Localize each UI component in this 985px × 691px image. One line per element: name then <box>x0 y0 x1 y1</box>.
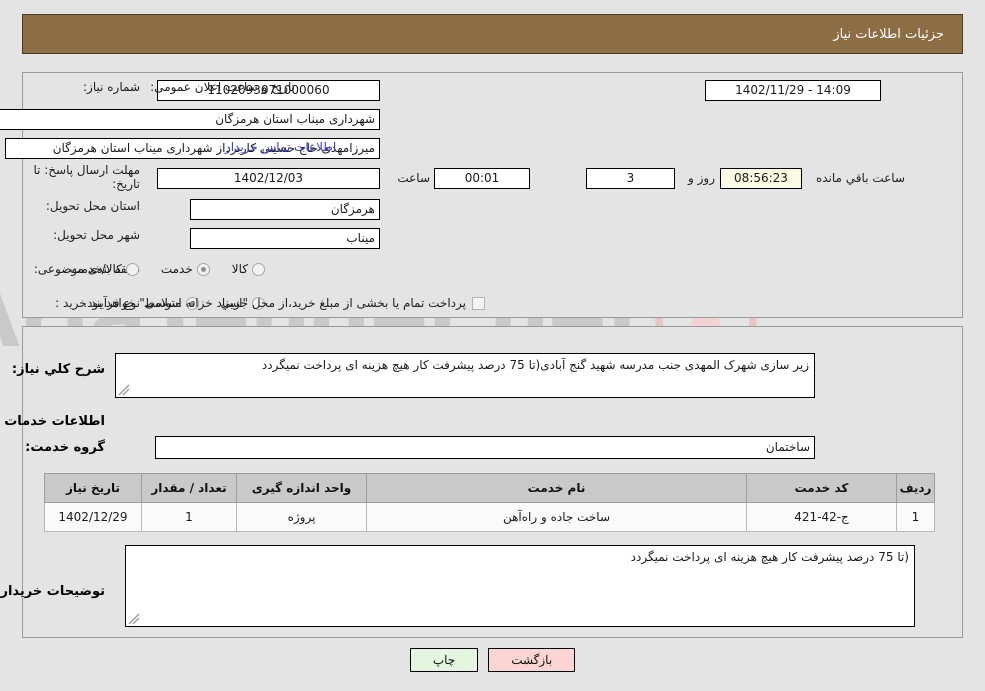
need-number-label-row: شماره نیاز: <box>83 80 140 94</box>
category-option-khedmat-label: خدمت <box>160 262 193 276</box>
deadline-date-value: 1402/12/03 <box>157 168 380 189</box>
delivery-province-value: هرمزگان <box>190 199 380 220</box>
deadline-countdown-label: ساعت باقي مانده <box>815 171 905 185</box>
print-button[interactable]: چاپ <box>409 648 479 672</box>
page-header: جزئیات اطلاعات نیاز <box>22 14 963 54</box>
service-group-value: ساختمان <box>155 436 815 459</box>
category-radio-group: کالا خدمت کالا/خدمت <box>48 262 265 276</box>
table-header-row: ردیف کد خدمت نام خدمت واحد اندازه گیری ت… <box>44 473 935 503</box>
announce-datetime-label: تاریخ و ساعت اعلان عمومی: <box>150 80 295 94</box>
table-col-row-no: ردیف <box>896 473 935 503</box>
cell-quantity: 1 <box>141 502 237 532</box>
page-title: جزئیات اطلاعات نیاز <box>833 26 944 42</box>
deadline-label-row: مهلت ارسال پاسخ: تا تاریخ: <box>20 163 140 191</box>
delivery-province-label: استان محل تحویل: <box>45 199 140 213</box>
delivery-city-label-row: شهر محل تحویل: <box>53 228 140 242</box>
table-col-quantity: تعداد / مقدار <box>141 473 237 503</box>
treasury-note-checkbox[interactable] <box>472 296 485 310</box>
category-option-kala[interactable]: کالا <box>232 262 265 276</box>
deadline-hour-value: 00:01 <box>434 168 530 189</box>
needs-table: ردیف کد خدمت نام خدمت واحد اندازه گیری ت… <box>44 473 935 532</box>
resize-grip-icon[interactable] <box>118 384 130 396</box>
cell-service-name: ساخت جاده و راه‌آهن <box>366 502 747 532</box>
announce-datetime-value: 14:09 - 1402/11/29 <box>705 80 881 101</box>
announce-datetime-label-row: تاریخ و ساعت اعلان عمومی: <box>150 80 295 94</box>
deadline-hour-label: ساعت <box>397 171 430 185</box>
general-desc-label: شرح کلي نیاز: <box>11 362 105 377</box>
resize-grip-icon[interactable] <box>128 613 140 625</box>
deadline-days-label: روز و <box>688 171 715 185</box>
cell-service-code: ج-42-421 <box>746 502 897 532</box>
treasury-note-row: پرداخت تمام یا بخشی از مبلغ خرید،از محل … <box>83 296 485 310</box>
cell-unit: پروژه <box>236 502 367 532</box>
category-option-khedmat[interactable]: خدمت <box>161 262 210 276</box>
back-button[interactable]: بازگشت <box>488 648 576 672</box>
cell-row-no: 1 <box>896 502 935 532</box>
radio-selected-icon[interactable] <box>196 262 210 276</box>
buyer-notes-label: توضیحات خریدار: <box>0 584 105 599</box>
need-number-label: شماره نیاز: <box>83 80 140 94</box>
general-desc-value: زیر سازی شهرک المهدی جنب مدرسه شهید گنج … <box>261 358 809 372</box>
buyer-org-value: شهرداری میناب استان هرمزگان <box>0 109 380 130</box>
delivery-city-label: شهر محل تحویل: <box>53 228 140 242</box>
category-option-kala-khedmat-label: کالا/خدمت <box>69 262 122 276</box>
table-col-unit: واحد اندازه گیری <box>236 473 367 503</box>
deadline-days-value: 3 <box>586 168 675 189</box>
table-col-need-date: تاریخ نیاز <box>44 473 142 503</box>
category-option-kala-label: کالا <box>231 262 248 276</box>
table-col-service-code: کد خدمت <box>746 473 897 503</box>
buyer-notes-textarea[interactable]: (تا 75 درصد پیشرفت کار هیچ هزینه ای پردا… <box>125 545 915 627</box>
delivery-city-value: میناب <box>190 228 380 249</box>
buyer-notes-value: (تا 75 درصد پیشرفت کار هیچ هزینه ای پردا… <box>630 550 909 564</box>
deadline-label: مهلت ارسال پاسخ: تا تاریخ: <box>33 163 140 191</box>
radio-icon[interactable] <box>125 262 139 276</box>
services-section-heading: اطلاعات خدمات مورد نیاز <box>0 414 105 429</box>
cell-need-date: 1402/12/29 <box>44 502 142 532</box>
general-desc-textarea[interactable]: زیر سازی شهرک المهدی جنب مدرسه شهید گنج … <box>115 353 815 398</box>
category-option-kala-khedmat[interactable]: کالا/خدمت <box>70 262 139 276</box>
service-group-label: گروه خدمت: <box>25 440 105 455</box>
table-col-service-name: نام خدمت <box>366 473 747 503</box>
deadline-countdown-value: 08:56:23 <box>720 168 802 189</box>
buyer-contact-link[interactable]: اطلاعات تماس خریدار <box>225 140 336 154</box>
footer-button-bar: بازگشت چاپ <box>0 648 985 672</box>
delivery-province-label-row: استان محل تحویل: <box>46 199 140 213</box>
needs-table-wrapper: ردیف کد خدمت نام خدمت واحد اندازه گیری ت… <box>44 473 935 532</box>
table-row: 1 ج-42-421 ساخت جاده و راه‌آهن پروژه 1 1… <box>44 502 935 532</box>
treasury-note-text: پرداخت تمام یا بخشی از مبلغ خرید،از محل … <box>83 296 466 310</box>
radio-icon[interactable] <box>252 262 265 276</box>
